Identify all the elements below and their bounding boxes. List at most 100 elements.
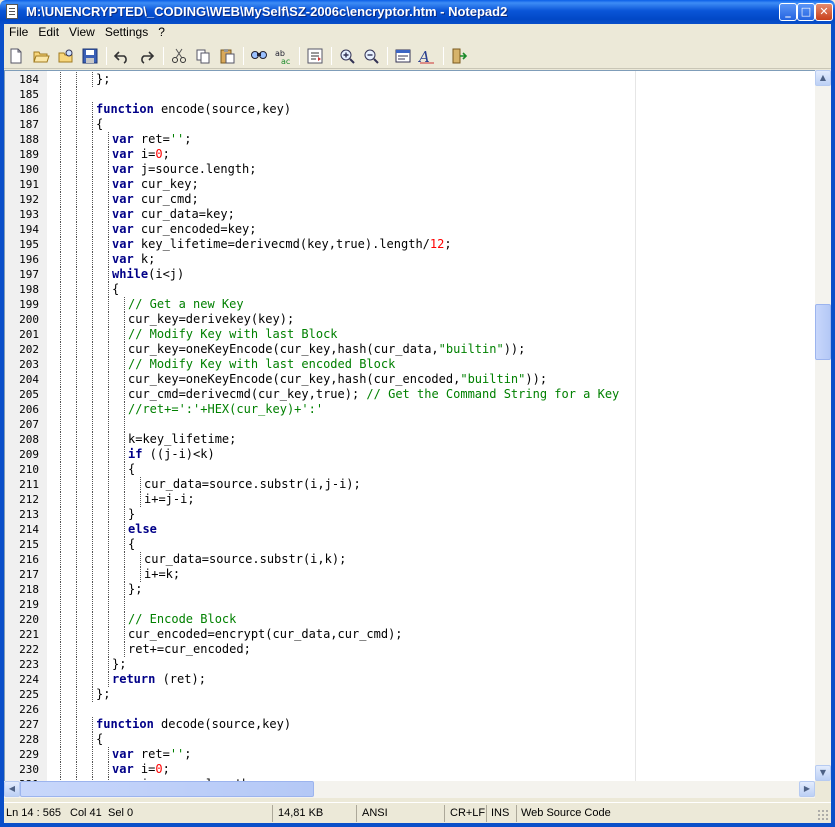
indent-guide: [92, 147, 93, 162]
browse-button[interactable]: [57, 47, 75, 65]
scroll-left-button[interactable]: ◀: [4, 781, 20, 797]
exit-button[interactable]: [450, 47, 468, 65]
indent-guide: [92, 207, 93, 222]
zoom-out-icon: [364, 49, 379, 64]
resize-grip[interactable]: [817, 809, 829, 821]
indent-guide: [92, 567, 93, 582]
line-number: 204: [19, 373, 39, 386]
indent-guide: [76, 657, 77, 672]
open-file-button[interactable]: [32, 47, 50, 65]
copy-button[interactable]: [194, 47, 212, 65]
menu-settings[interactable]: Settings: [100, 24, 153, 41]
horizontal-scrollbar[interactable]: ◀ ▶: [4, 781, 815, 798]
indent-guide: [108, 372, 109, 387]
redo-icon: [141, 51, 155, 64]
toolbar-separator: [299, 47, 300, 65]
word-wrap-button[interactable]: [306, 47, 324, 65]
status-line-endings[interactable]: CR+LF: [450, 807, 485, 819]
code-line: 201 // Modify Key with last Block: [5, 327, 815, 342]
line-number: 208: [19, 433, 39, 446]
indent-guide: [60, 702, 61, 717]
scheme-button[interactable]: [394, 47, 412, 65]
indent-guide: [76, 687, 77, 702]
redo-button[interactable]: [137, 47, 155, 65]
find-button[interactable]: [250, 47, 268, 65]
indent-guide: [60, 402, 61, 417]
code-line: 186 function encode(source,key): [5, 102, 815, 117]
toolbar-separator: [331, 47, 332, 65]
paste-button[interactable]: [218, 47, 236, 65]
new-file-button[interactable]: [7, 47, 25, 65]
undo-icon: [113, 51, 127, 64]
window-frame-right: [831, 24, 835, 827]
line-number: 186: [19, 103, 39, 116]
indent-guide: [60, 612, 61, 627]
close-button[interactable]: ✕: [815, 3, 833, 21]
undo-button[interactable]: [113, 47, 131, 65]
line-number: 226: [19, 703, 39, 716]
indent-guide: [76, 537, 77, 552]
status-scheme[interactable]: Web Source Code: [521, 807, 611, 819]
indent-guide: [92, 507, 93, 522]
indent-guide: [76, 567, 77, 582]
indent-guide: [92, 717, 93, 732]
minimize-button[interactable]: _: [779, 3, 797, 21]
scheme-icon: [395, 49, 411, 63]
indent-guide: [76, 597, 77, 612]
replace-button[interactable]: ab ac: [274, 47, 292, 65]
code-line: 225};: [5, 687, 815, 702]
notepad-icon[interactable]: [6, 4, 18, 19]
line-number: 225: [19, 688, 39, 701]
horizontal-scroll-thumb[interactable]: [20, 781, 314, 797]
indent-guide: [92, 687, 93, 702]
status-encoding[interactable]: ANSI: [362, 807, 388, 819]
indent-guide: [124, 342, 125, 357]
code-editor[interactable]: 184}; 185 186 function encode(source,key) 18…: [4, 70, 815, 781]
indent-guide: [124, 462, 125, 477]
menu-edit[interactable]: Edit: [33, 24, 64, 41]
menu-view[interactable]: View: [64, 24, 100, 41]
title-bar[interactable]: M:\UNENCRYPTED\_CODING\WEB\MySelf\SZ-200…: [0, 0, 835, 24]
indent-guide: [124, 537, 125, 552]
scroll-right-button[interactable]: ▶: [799, 781, 815, 797]
line-number: 223: [19, 658, 39, 671]
indent-guide: [76, 372, 77, 387]
line-number: 213: [19, 508, 39, 521]
code-text: cur_key=oneKeyEncode(cur_key,hash(cur_en…: [128, 372, 548, 386]
indent-guide: [76, 147, 77, 162]
vertical-scroll-thumb[interactable]: [815, 304, 831, 361]
indent-guide: [76, 252, 77, 267]
indent-guide: [60, 312, 61, 327]
scroll-up-button[interactable]: ▲: [815, 70, 831, 86]
font-button[interactable]: A: [418, 47, 436, 65]
status-insert-mode[interactable]: INS: [491, 807, 509, 819]
indent-guide: [76, 747, 77, 762]
line-number: 210: [19, 463, 39, 476]
menu-help[interactable]: ?: [153, 24, 170, 41]
svg-text:A: A: [418, 48, 430, 65]
indent-guide: [60, 237, 61, 252]
vertical-scrollbar[interactable]: ▲ ▼: [815, 70, 831, 781]
indent-guide: [108, 627, 109, 642]
menu-file[interactable]: File: [4, 24, 33, 41]
zoom-in-button[interactable]: [338, 47, 356, 65]
indent-guide: [60, 732, 61, 747]
indent-guide: [92, 432, 93, 447]
zoom-in-icon: [340, 49, 355, 64]
line-number: 198: [19, 283, 39, 296]
code-line: 194 var cur_encoded=key;: [5, 222, 815, 237]
scroll-down-button[interactable]: ▼: [815, 765, 831, 781]
status-file-size: 14,81 KB: [278, 807, 324, 819]
indent-guide: [60, 567, 61, 582]
zoom-out-button[interactable]: [362, 47, 380, 65]
indent-guide: [60, 327, 61, 342]
save-icon: [82, 48, 98, 64]
maximize-button[interactable]: □: [797, 3, 815, 21]
indent-guide: [92, 72, 93, 87]
code-text: cur_key=oneKeyEncode(cur_key,hash(cur_da…: [128, 342, 526, 356]
indent-guide: [124, 627, 125, 642]
save-button[interactable]: [81, 47, 99, 65]
cut-button[interactable]: [170, 47, 188, 65]
code-line: 189 var i=0;: [5, 147, 815, 162]
code-line: 208 k=key_lifetime;: [5, 432, 815, 447]
